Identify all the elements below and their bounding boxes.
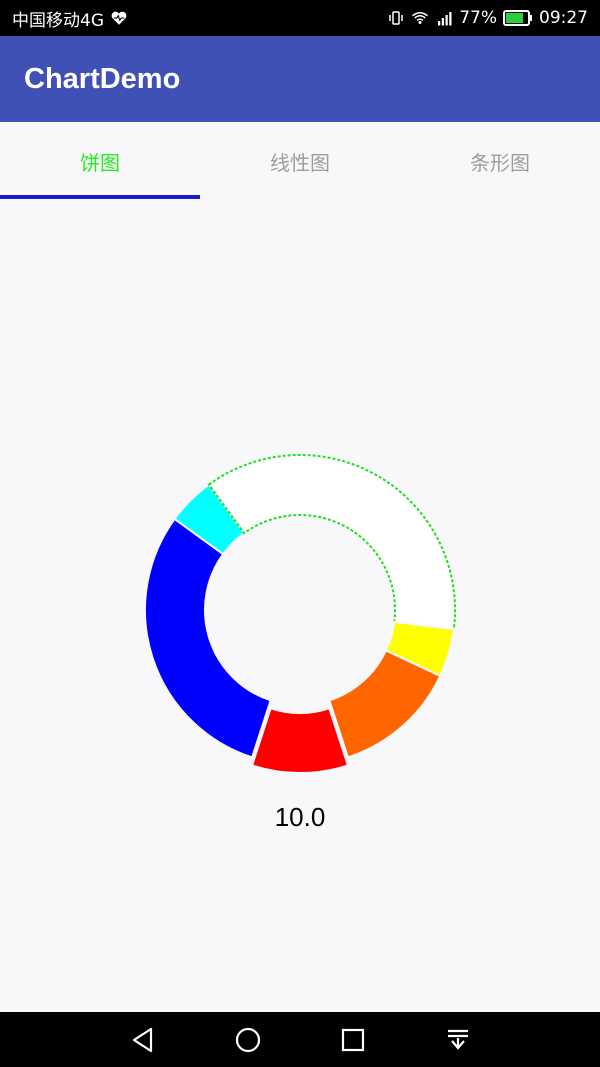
donut-slice-3[interactable] [207,454,456,631]
recents-icon [341,1028,364,1051]
heart-monitor-icon [111,11,127,25]
status-bar: 中国移动4G 77% 09:27 [0,0,600,36]
battery-icon [503,10,532,26]
back-icon [132,1027,152,1052]
donut-slice-1[interactable] [144,517,272,759]
tab-pie-label: 饼图 [80,150,120,175]
wifi-icon [412,12,429,24]
vibrate-icon [389,11,403,25]
recents-button[interactable] [333,1020,373,1060]
tab-indicator [0,195,200,199]
battery-percent: 77% [459,8,497,28]
chart-area: 10.0 [0,200,600,1012]
nav-bar [0,1012,600,1067]
signal-4g-icon [438,12,452,26]
app-title: ChartDemo [24,62,181,95]
tab-bar: 饼图 线性图 条形图 [0,122,600,200]
tab-line[interactable]: 线性图 [200,122,400,200]
donut-chart[interactable] [0,200,600,1012]
tab-line-label: 线性图 [270,150,330,175]
chart-center-value: 10.0 [274,802,326,832]
tab-pie[interactable]: 饼图 [0,122,200,200]
home-icon [235,1027,260,1052]
tab-bar-chart[interactable]: 条形图 [400,122,600,200]
donut-slice-0[interactable] [250,707,350,774]
back-button[interactable] [123,1020,163,1060]
notification-pulldown-icon [447,1029,468,1050]
tab-bar-chart-label: 条形图 [470,150,530,175]
status-right: 77% 09:27 [387,8,588,28]
carrier-label: 中国移动4G [12,10,104,31]
app-bar: ChartDemo [0,36,600,122]
status-time: 09:27 [539,8,588,28]
home-button[interactable] [228,1020,268,1060]
status-left: 中国移动4G [12,6,128,31]
notification-pulldown-button[interactable] [438,1020,478,1060]
